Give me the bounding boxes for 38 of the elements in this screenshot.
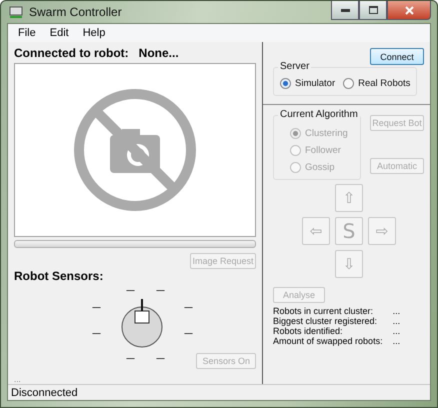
footer-note: ... [14, 375, 22, 384]
stat-label: Robots in current cluster: [273, 306, 374, 316]
connection-label: Connected to robot: [14, 46, 129, 60]
menu-item[interactable]: File [12, 26, 42, 40]
radio-option[interactable]: Simulator [280, 78, 336, 89]
sensor-reading: ---- [156, 285, 164, 295]
group-title: Current Algorithm [278, 109, 360, 120]
close-icon [404, 6, 414, 14]
sensor-reading: ---- [156, 353, 164, 363]
status-bar: Disconnected [8, 384, 430, 400]
menu-item[interactable]: Edit [44, 26, 75, 40]
minimize-icon [340, 8, 350, 12]
sensor-reading: ---- [92, 302, 100, 312]
radio-option[interactable]: Real Robots [343, 78, 410, 89]
sensor-reading: ---- [126, 285, 134, 295]
group-title: Server [278, 61, 312, 72]
stat-value: ... [392, 336, 402, 346]
sensor-reading: ---- [184, 302, 192, 312]
minimize-button[interactable] [331, 1, 359, 20]
sensors-title: Robot Sensors: [14, 269, 104, 283]
sensor-reading: ---- [126, 353, 134, 363]
stat-label: Amount of swapped robots: [273, 336, 383, 346]
maximize-button[interactable] [359, 1, 387, 20]
connect-button[interactable]: Connect [370, 48, 424, 65]
stat-label: Robots identified: [273, 326, 344, 336]
stat-value: ... [392, 316, 402, 326]
menu-item[interactable]: Help [76, 26, 112, 40]
robot-drawing [120, 297, 164, 349]
stat-value: ... [392, 326, 402, 336]
app-icon [9, 6, 23, 18]
connection-value: None... [138, 46, 179, 60]
window-title: Swarm Controller [29, 5, 122, 19]
close-button[interactable] [387, 1, 431, 20]
sensor-reading: ---- [92, 328, 100, 338]
stat-value: ... [392, 306, 402, 316]
stat-label: Biggest cluster registered: [273, 316, 378, 326]
maximize-icon [368, 6, 378, 14]
sensor-reading: ---- [184, 328, 192, 338]
